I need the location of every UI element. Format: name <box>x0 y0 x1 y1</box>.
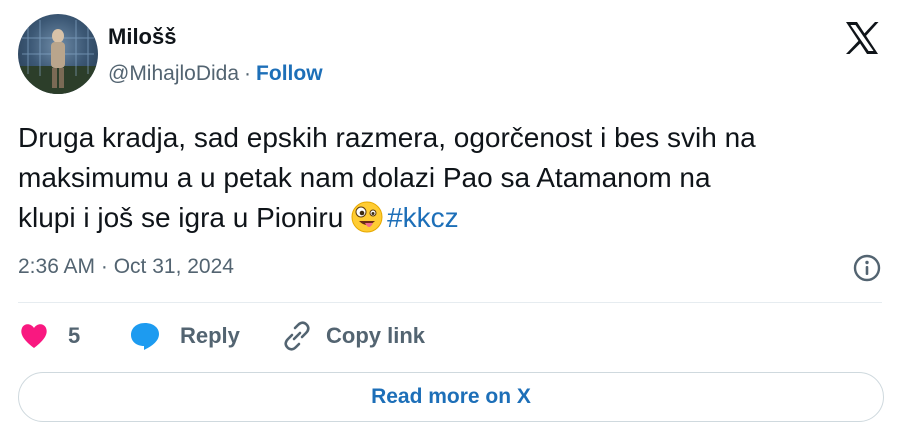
display-name[interactable]: Milošš <box>108 24 176 50</box>
user-handle[interactable]: @MihajloDida <box>108 62 239 85</box>
hashtag-link[interactable]: #kkcz <box>387 202 459 233</box>
copy-link-button[interactable]: Copy link <box>280 319 425 353</box>
follow-button[interactable]: Follow <box>256 62 323 85</box>
info-icon[interactable] <box>852 253 882 283</box>
separator-dot: · <box>244 62 252 85</box>
action-bar: 5 Reply Copy link <box>18 318 425 354</box>
handle-row: @MihajloDida · Follow <box>108 62 323 86</box>
tweet-text: Druga kradja, sad epskih razmera, ogorče… <box>18 118 888 238</box>
divider <box>18 302 882 303</box>
reply-bubble-icon <box>131 323 159 350</box>
like-button[interactable]: 5 <box>18 320 128 352</box>
link-icon <box>284 321 310 351</box>
copy-link-label: Copy link <box>326 323 426 348</box>
tweet-text-line: Druga kradja, sad epskih razmera, ogorče… <box>18 122 756 153</box>
timestamp-link[interactable]: 2:36 AM · Oct 31, 2024 <box>18 255 234 279</box>
read-more-button[interactable]: Read more on X <box>18 372 884 422</box>
zany-face-emoji-icon <box>351 201 383 233</box>
x-logo-icon[interactable] <box>842 18 882 58</box>
tweet-card: Milošš @MihajloDida · Follow Druga kradja,… <box>0 0 900 443</box>
tweet-text-line: klupi i još se igra u Pioniru #kkcz <box>18 198 888 238</box>
avatar[interactable] <box>18 14 98 94</box>
heart-icon <box>21 324 47 348</box>
like-count: 5 <box>68 323 81 348</box>
tweet-text-line: maksimumu a u petak nam dolazi Pao sa At… <box>18 162 711 193</box>
read-more-label: Read more on X <box>371 385 531 408</box>
reply-label: Reply <box>180 323 240 348</box>
reply-button[interactable]: Reply <box>128 320 280 352</box>
tweet-text-segment: klupi i još se igra u Pioniru <box>18 202 344 233</box>
